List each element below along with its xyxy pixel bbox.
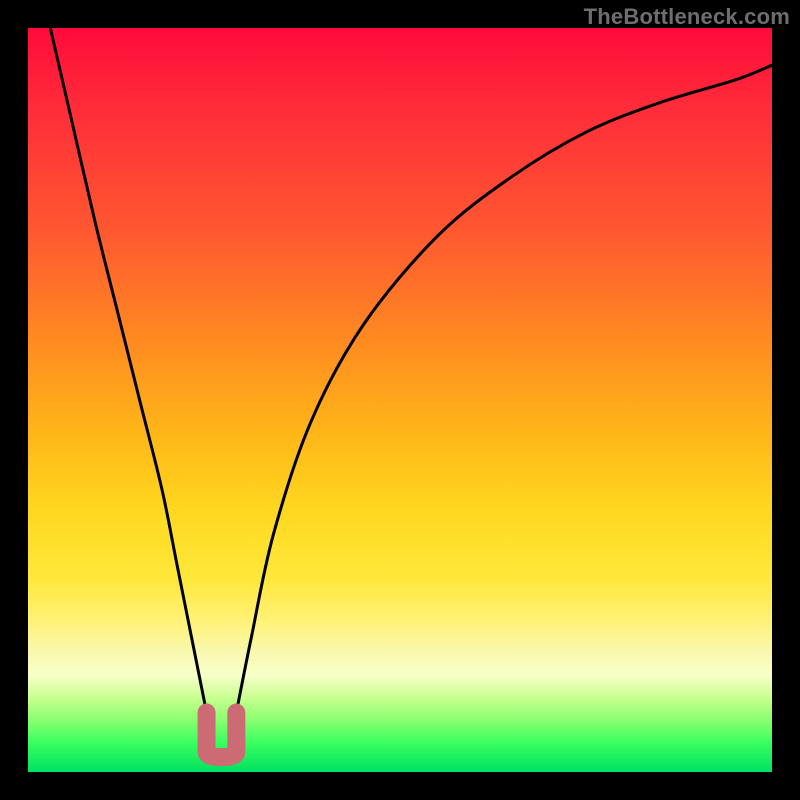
minimum-marker <box>207 712 237 757</box>
chart-plot-area <box>28 28 772 772</box>
watermark-text: TheBottleneck.com <box>584 4 790 30</box>
bottleneck-curve-svg <box>28 28 772 772</box>
bottleneck-curve <box>50 28 772 757</box>
